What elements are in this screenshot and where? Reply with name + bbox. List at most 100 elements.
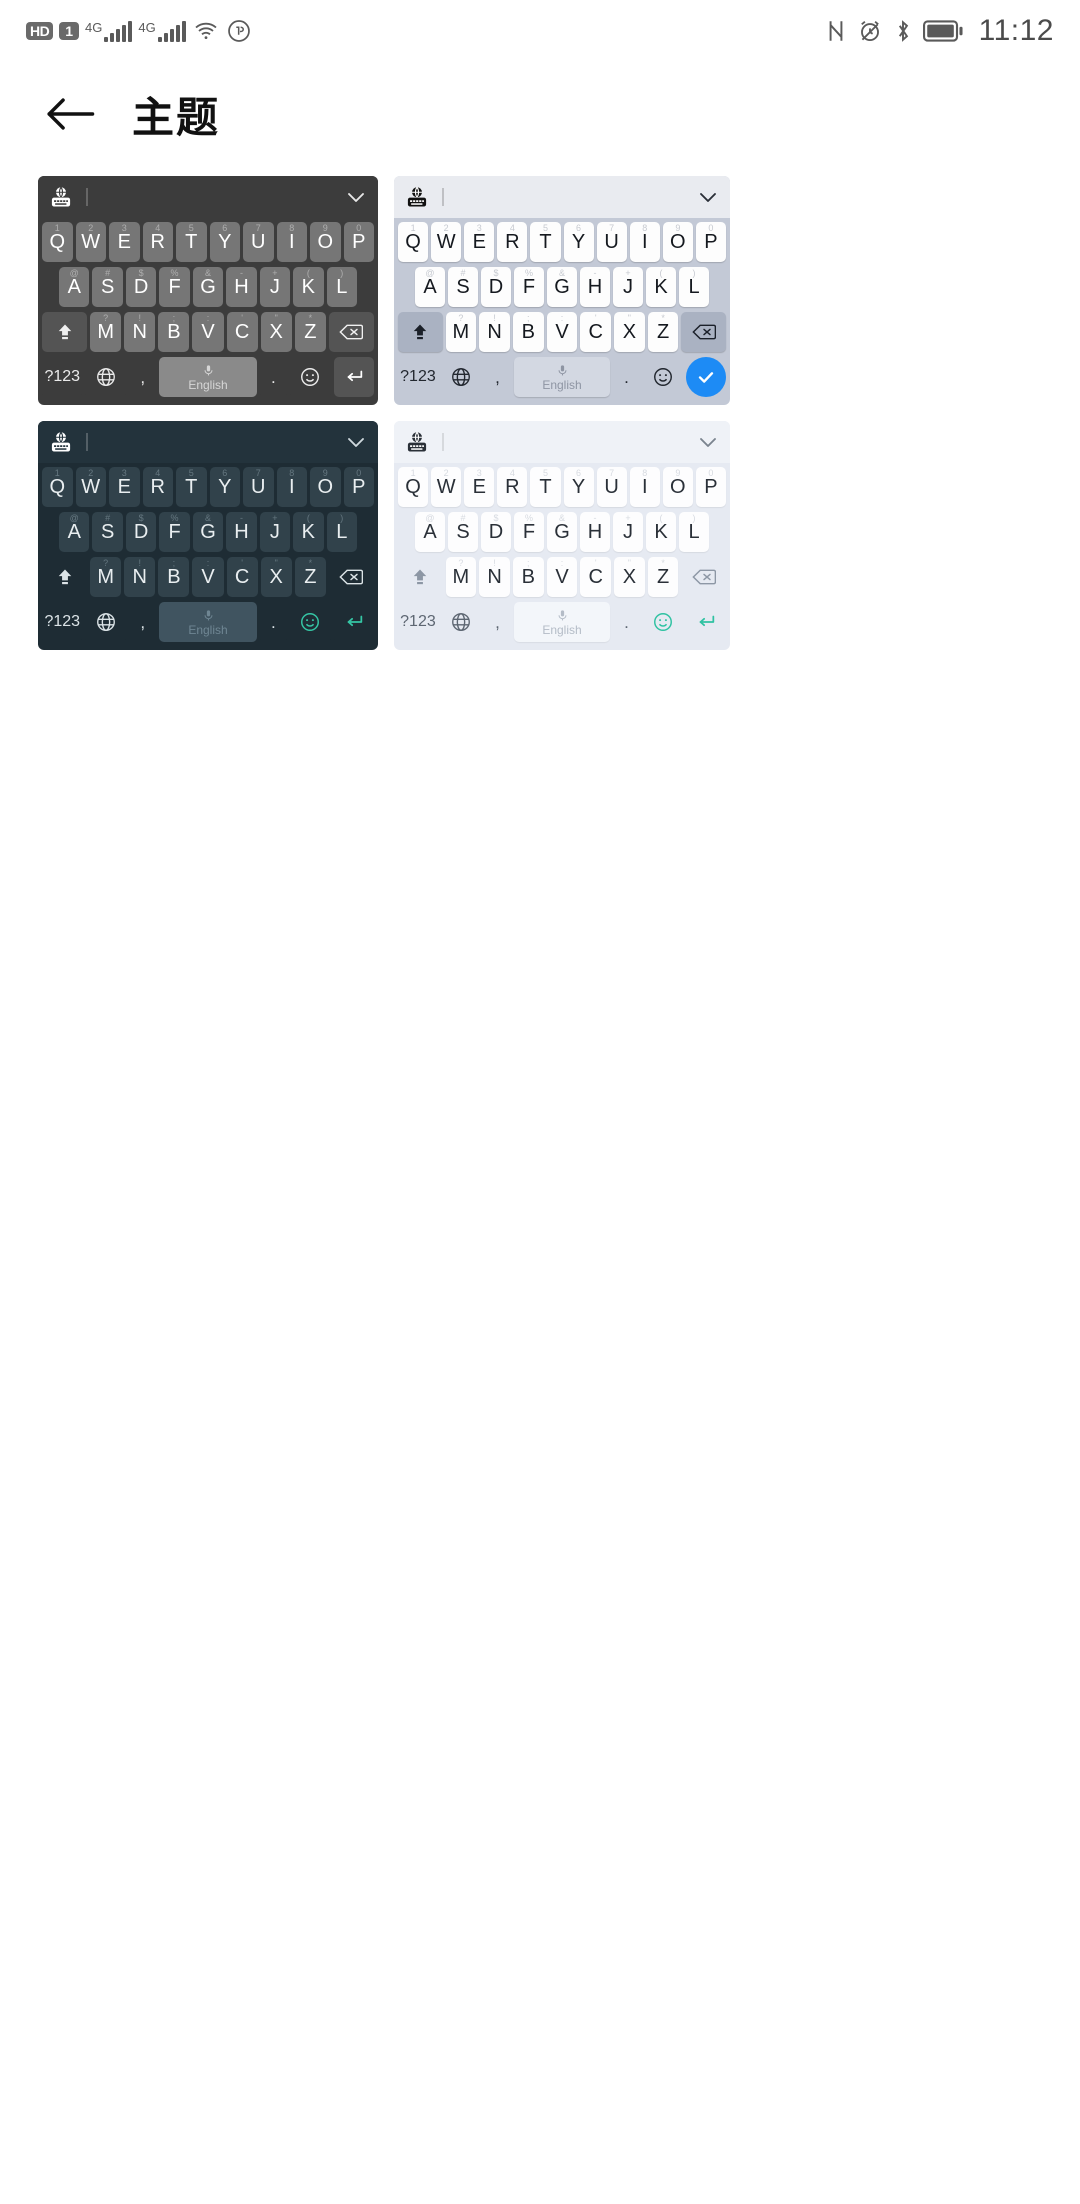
key-d[interactable]: $ D — [125, 512, 157, 552]
key-b[interactable]: ; B — [158, 312, 190, 352]
key-i[interactable]: 8I — [629, 467, 660, 507]
language-keyboard-icon[interactable] — [404, 184, 430, 210]
symbols-key[interactable]: ?123 — [398, 602, 438, 642]
shift-icon[interactable] — [398, 312, 443, 352]
key-a[interactable]: @ A — [59, 512, 90, 552]
key-v[interactable]: :V — [546, 312, 578, 352]
period-key[interactable]: . — [613, 602, 640, 642]
key-t[interactable]: 5T — [530, 222, 561, 262]
key-g[interactable]: & G — [192, 512, 224, 552]
period-key[interactable]: . — [259, 357, 288, 397]
theme-card-pale-blue[interactable]: 1Q2W3E4R5T6Y7U8I9O0P @ A # S $ D% F & G - H + J(K) L … — [394, 421, 730, 650]
key-s[interactable]: # S — [448, 512, 478, 552]
key-i[interactable]: 8I — [276, 222, 307, 262]
key-b[interactable]: ; B — [158, 557, 190, 597]
theme-card-dark-navy[interactable]: 1Q2W3E4R5T6Y7U8I9O0P @ A # S $ D% F & G - H + J(K) L … — [38, 421, 378, 650]
key-q[interactable]: 1Q — [42, 222, 73, 262]
key-s[interactable]: # S — [92, 267, 123, 307]
key-f[interactable]: % F — [514, 267, 544, 307]
key-k[interactable]: (K — [646, 512, 676, 552]
key-u[interactable]: 7U — [596, 467, 627, 507]
key-e[interactable]: 3E — [464, 467, 495, 507]
emoji-smiley-icon[interactable] — [290, 602, 331, 642]
globe-icon[interactable] — [441, 602, 481, 642]
key-i[interactable]: 8I — [276, 467, 307, 507]
key-r[interactable]: 4R — [142, 222, 173, 262]
key-x[interactable]: " X — [614, 557, 645, 597]
chevron-down-icon[interactable] — [344, 185, 368, 209]
key-m[interactable]: ? M — [445, 312, 477, 352]
key-h[interactable]: -H — [580, 267, 610, 307]
emoji-smiley-icon[interactable] — [290, 357, 331, 397]
key-h[interactable]: -H — [580, 512, 610, 552]
key-b[interactable]: ; B — [512, 312, 544, 352]
key-e[interactable]: 3E — [109, 467, 140, 507]
key-a[interactable]: @ A — [415, 512, 445, 552]
language-keyboard-icon[interactable] — [404, 429, 430, 455]
key-f[interactable]: % F — [159, 512, 190, 552]
key-b[interactable]: ; B — [512, 557, 544, 597]
key-q[interactable]: 1Q — [398, 222, 429, 262]
period-key[interactable]: . — [259, 602, 288, 642]
key-z[interactable]: * Z — [294, 312, 326, 352]
symbols-key[interactable]: ?123 — [42, 357, 83, 397]
emoji-smiley-icon[interactable] — [643, 357, 683, 397]
key-l[interactable]: ) L — [679, 512, 709, 552]
key-k[interactable]: (K — [646, 267, 676, 307]
key-d[interactable]: $ D — [125, 267, 157, 307]
backspace-icon[interactable] — [681, 557, 726, 597]
key-y[interactable]: 6Y — [209, 222, 240, 262]
key-k[interactable]: (K — [293, 267, 324, 307]
key-w[interactable]: 2W — [75, 222, 106, 262]
key-n[interactable]: ! N — [479, 557, 510, 597]
key-j[interactable]: + J — [259, 267, 291, 307]
key-h[interactable]: -H — [226, 512, 257, 552]
key-u[interactable]: 7U — [596, 222, 627, 262]
chevron-down-icon[interactable] — [696, 430, 720, 454]
key-i[interactable]: 8I — [629, 222, 660, 262]
key-a[interactable]: @ A — [59, 267, 90, 307]
key-r[interactable]: 4R — [497, 222, 528, 262]
key-l[interactable]: ) L — [326, 512, 357, 552]
language-keyboard-icon[interactable] — [48, 429, 74, 455]
enter-icon[interactable] — [333, 602, 375, 642]
emoji-smiley-icon[interactable] — [643, 602, 683, 642]
key-p[interactable]: 0P — [343, 222, 374, 262]
key-j[interactable]: + J — [613, 512, 643, 552]
key-v[interactable]: :V — [192, 557, 224, 597]
key-w[interactable]: 2W — [75, 467, 106, 507]
key-q[interactable]: 1Q — [42, 467, 73, 507]
space-key[interactable]: English — [514, 357, 610, 397]
key-p[interactable]: 0P — [695, 222, 726, 262]
key-w[interactable]: 2W — [431, 222, 462, 262]
space-key[interactable]: English — [159, 357, 257, 397]
key-t[interactable]: 5T — [530, 467, 561, 507]
key-o[interactable]: 9O — [662, 222, 693, 262]
key-p[interactable]: 0P — [343, 467, 374, 507]
key-c[interactable]: ' C — [580, 557, 612, 597]
backspace-icon[interactable] — [328, 557, 374, 597]
key-x[interactable]: " X — [260, 312, 292, 352]
comma-key[interactable]: , — [128, 602, 157, 642]
chevron-down-icon[interactable] — [696, 185, 720, 209]
key-s[interactable]: # S — [448, 267, 478, 307]
key-n[interactable]: ! N — [124, 557, 156, 597]
key-g[interactable]: & G — [192, 267, 224, 307]
comma-key[interactable]: , — [484, 602, 511, 642]
key-v[interactable]: :V — [192, 312, 224, 352]
theme-card-light-blue-gray[interactable]: 1Q2W3E4R5T6Y7U8I9O0P @ A # S $ D% F & G - H + J(K) L … — [394, 176, 730, 405]
key-y[interactable]: 6Y — [563, 467, 594, 507]
key-w[interactable]: 2W — [431, 467, 462, 507]
key-m[interactable]: ? M — [90, 557, 122, 597]
key-x[interactable]: " X — [614, 312, 645, 352]
key-f[interactable]: % F — [514, 512, 544, 552]
key-l[interactable]: ) L — [326, 267, 357, 307]
key-o[interactable]: 9O — [662, 467, 693, 507]
key-y[interactable]: 6Y — [563, 222, 594, 262]
check-icon[interactable] — [686, 357, 727, 397]
space-key[interactable]: English — [514, 602, 610, 642]
key-t[interactable]: 5T — [176, 467, 207, 507]
globe-icon[interactable] — [441, 357, 481, 397]
symbols-key[interactable]: ?123 — [398, 357, 438, 397]
key-m[interactable]: ? M — [90, 312, 122, 352]
